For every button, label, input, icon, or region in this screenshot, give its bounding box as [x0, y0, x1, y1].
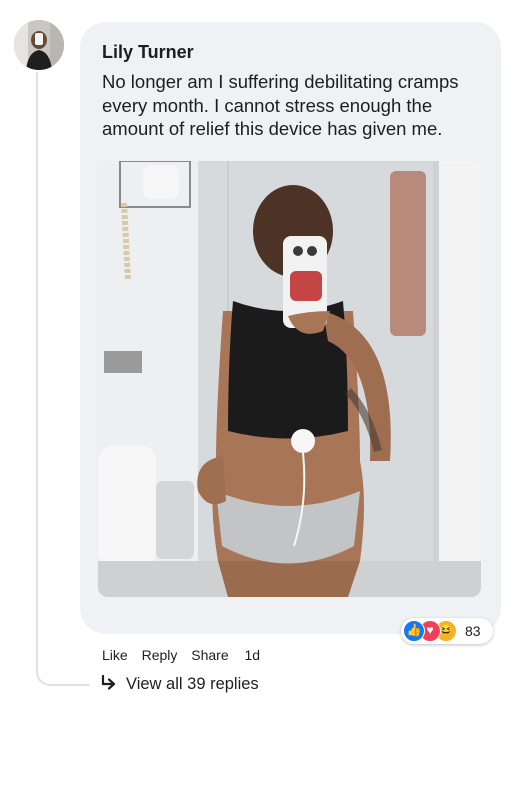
like-reaction-icon: 👍	[403, 620, 425, 642]
share-button[interactable]: Share	[191, 647, 228, 663]
avatar-photo	[14, 20, 64, 70]
comment-photo[interactable]	[98, 161, 481, 597]
view-all-replies-link[interactable]: View all 39 replies	[100, 675, 259, 694]
avatar[interactable]	[14, 20, 64, 70]
mirror-selfie-image	[98, 161, 481, 597]
comment-thread: Lily Turner No longer am I suffering deb…	[0, 0, 516, 786]
reaction-count: 83	[465, 623, 481, 639]
view-all-replies-label: View all 39 replies	[126, 675, 259, 693]
reactions-summary[interactable]: 👍 ♥ 😆 83	[401, 618, 493, 644]
reply-arrow-icon	[101, 675, 116, 690]
comment-actions: Like Reply Share 1d	[102, 647, 270, 663]
comment-text: No longer am I suffering debilitating cr…	[102, 71, 459, 139]
comment-author-name[interactable]: Lily Turner	[102, 42, 194, 63]
reply-button[interactable]: Reply	[142, 647, 178, 663]
comment-timestamp[interactable]: 1d	[245, 647, 261, 663]
comment-bubble: Lily Turner No longer am I suffering deb…	[80, 22, 501, 634]
like-button[interactable]: Like	[102, 647, 128, 663]
